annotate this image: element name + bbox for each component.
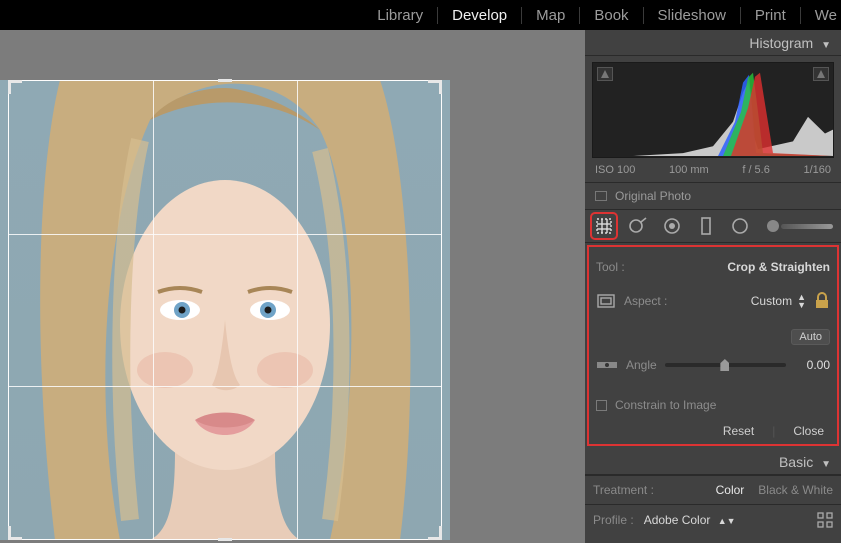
crop-handle-bm[interactable] [218,527,232,541]
treatment-label: Treatment : [593,483,654,497]
histogram-title: Histogram [749,35,813,51]
crop-handle-bl[interactable] [8,526,22,540]
crop-handle-tm[interactable] [218,79,232,93]
nav-print[interactable]: Print [741,7,801,24]
updown-icon: ▲▼ [718,516,736,526]
shutter-value: 1/160 [803,164,831,176]
tool-label: Tool : [596,260,625,274]
nav-slideshow[interactable]: Slideshow [644,7,741,24]
basic-header[interactable]: Basic ▼ [585,449,841,475]
constrain-label: Constrain to Image [615,398,716,412]
treatment-row: Treatment : Color Black & White [585,475,841,504]
profile-row: Profile : Adobe Color ▲▼ [585,504,841,535]
checkbox-icon[interactable] [595,191,607,201]
aperture-value: f / 5.6 [742,164,770,176]
histogram-display[interactable] [592,62,834,158]
tool-name: Crop & Straighten [727,260,830,274]
nav-library[interactable]: Library [363,7,438,24]
treatment-bw[interactable]: Black & White [758,483,833,497]
straighten-icon[interactable] [596,358,618,372]
original-photo-label: Original Photo [615,189,691,203]
disclosure-triangle-icon: ▼ [821,459,831,470]
nav-develop[interactable]: Develop [438,7,522,24]
treatment-color[interactable]: Color [716,483,745,497]
profile-browser-icon[interactable] [817,512,833,528]
reset-button[interactable]: Reset [717,424,760,438]
graduated-filter-icon[interactable] [695,215,717,237]
spot-removal-icon[interactable] [627,215,649,237]
aspect-dropdown[interactable]: Custom ▲▼ [751,293,806,309]
image-preview[interactable] [0,80,450,540]
updown-icon: ▲▼ [797,293,806,309]
crop-handle-tr[interactable] [428,80,442,94]
close-button[interactable]: Close [787,424,830,438]
local-adjust-toolstrip [585,210,841,243]
redeye-icon[interactable] [661,215,683,237]
crop-handle-br[interactable] [428,526,442,540]
focal-length-value: 100 mm [669,164,709,176]
angle-slider[interactable] [665,363,786,367]
crop-overlay[interactable] [8,80,442,540]
crop-tool-icon[interactable] [593,215,615,237]
iso-value: ISO 100 [595,164,635,176]
nav-web[interactable]: We [801,7,841,24]
nav-map[interactable]: Map [522,7,580,24]
nav-book[interactable]: Book [580,7,643,24]
module-nav: Library Develop Map Book Slideshow Print… [0,0,841,30]
crop-straighten-panel: Tool : Crop & Straighten Aspect : Custom… [588,246,838,445]
angle-auto-button[interactable]: Auto [791,329,830,345]
original-photo-toggle[interactable]: Original Photo [585,183,841,210]
mask-exposure-slider[interactable] [763,220,833,232]
angle-label: Angle [626,358,657,372]
exif-readout: ISO 100 100 mm f / 5.6 1/160 [585,162,841,183]
lock-icon[interactable] [814,292,830,310]
profile-dropdown[interactable]: Adobe Color ▲▼ [644,513,736,527]
aspect-icon[interactable] [596,291,616,311]
profile-label: Profile : [593,513,634,527]
constrain-checkbox[interactable] [596,400,607,411]
shadow-clip-indicator[interactable] [597,67,613,81]
angle-value[interactable]: 0.00 [794,358,830,372]
develop-right-panel: Histogram ▼ ISO 100 100 mm f / 5.6 1/160… [585,30,841,543]
aspect-label: Aspect : [624,294,667,308]
radial-filter-icon[interactable] [729,215,751,237]
disclosure-triangle-icon: ▼ [821,40,831,51]
highlight-clip-indicator[interactable] [813,67,829,81]
image-canvas [0,30,585,543]
basic-title: Basic [779,454,813,470]
histogram-header[interactable]: Histogram ▼ [585,30,841,56]
crop-handle-tl[interactable] [8,80,22,94]
